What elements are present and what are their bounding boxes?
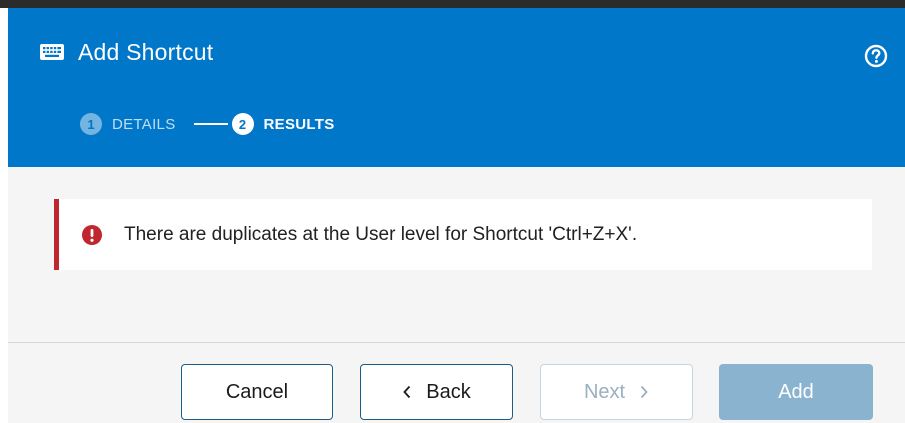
step-label: RESULTS — [263, 115, 335, 133]
add-shortcut-dialog: Add Shortcut 1 DETAILS 2 RESULTS There a… — [8, 8, 905, 423]
next-label: Next — [583, 380, 626, 403]
window-top-border — [0, 0, 905, 8]
step-results: 2 RESULTS — [231, 113, 335, 135]
chevron-left-icon — [403, 385, 411, 399]
wizard-steps: 1 DETAILS 2 RESULTS — [80, 112, 335, 136]
help-circle-icon[interactable] — [864, 44, 888, 68]
alert-message: There are duplicates at the User level f… — [124, 223, 638, 245]
add-label: Add — [778, 380, 814, 403]
cancel-button[interactable]: Cancel — [181, 364, 333, 420]
error-alert: There are duplicates at the User level f… — [54, 199, 872, 270]
chevron-right-icon — [640, 385, 648, 399]
footer-divider — [8, 342, 905, 343]
add-button[interactable]: Add — [719, 364, 873, 420]
step-label: DETAILS — [112, 115, 176, 133]
title-row: Add Shortcut — [40, 34, 213, 70]
error-circle-icon — [82, 224, 102, 245]
cancel-label: Cancel — [225, 380, 289, 403]
step-number: 1 — [80, 113, 102, 135]
back-label: Back — [426, 380, 471, 403]
dialog-header: Add Shortcut 1 DETAILS 2 RESULTS — [8, 8, 905, 167]
keyboard-icon — [40, 44, 64, 60]
dialog-title: Add Shortcut — [78, 38, 214, 65]
step-details: 1 DETAILS — [80, 113, 176, 135]
next-button[interactable]: Next — [540, 364, 693, 420]
back-button[interactable]: Back — [360, 364, 513, 420]
step-number: 2 — [231, 113, 254, 135]
step-connector — [193, 123, 228, 125]
